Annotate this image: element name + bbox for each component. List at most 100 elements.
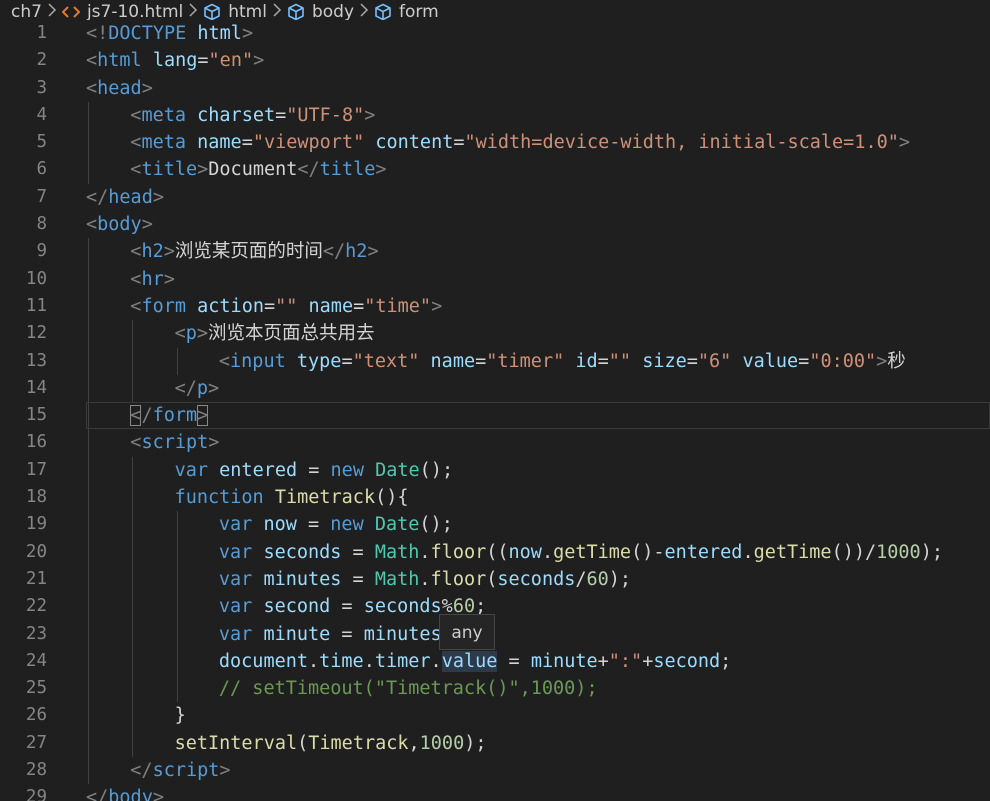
code-token: - — [653, 541, 665, 563]
code-line[interactable]: 8 <body> — [0, 211, 990, 238]
code-line[interactable]: 17 var entered = new Date(); — [0, 456, 990, 485]
line-number: 10 — [25, 268, 47, 289]
line-code: var seconds = Math.floor((now.getTime()-… — [219, 539, 943, 566]
line-number: 20 — [25, 541, 47, 562]
line-code: <title>Document</title> — [130, 156, 386, 183]
code-token: (); — [419, 514, 453, 536]
code-token: timer — [374, 650, 431, 672]
code-line[interactable]: 7 </head> — [0, 184, 990, 211]
code-token: > — [197, 159, 209, 181]
indent-guide — [88, 620, 89, 648]
code-line[interactable]: 16 <script> — [0, 429, 990, 457]
code-line[interactable]: 25 // setTimeout("Timetrack()",1000); — [0, 675, 990, 703]
code-line[interactable]: 26} — [0, 702, 990, 730]
indent-guide — [132, 320, 134, 348]
code-token: document — [218, 650, 308, 672]
line-number: 22 — [25, 596, 47, 617]
code-line[interactable]: 2 <html lang="en"> — [0, 47, 990, 74]
line-code: <hr> — [130, 266, 175, 293]
code-token: < — [130, 268, 142, 290]
code-token: name — [430, 350, 476, 372]
code-token: floor — [430, 541, 487, 563]
code-line[interactable]: 5 <meta name="viewport" content="width=de… — [0, 129, 990, 157]
indent-guide — [88, 593, 89, 621]
code-line[interactable]: 4 <meta charset="UTF-8"> — [0, 101, 990, 130]
indent-guide — [132, 565, 134, 594]
code-line[interactable]: 10 <hr> — [0, 265, 990, 293]
line-code: <h2>浏览某页面的时间</h2> — [130, 238, 378, 265]
line-code: var entered = new Date(); — [175, 457, 454, 484]
code-line[interactable]: 21 var minutes = Math.floor(seconds/60); — [0, 565, 990, 594]
code-token: = — [686, 350, 698, 372]
code-line[interactable]: 23 var minute = minutes — [0, 620, 990, 648]
code-token: seconds — [363, 596, 442, 618]
indent-guide — [88, 511, 89, 539]
code-token: var — [218, 623, 253, 645]
line-number: 12 — [25, 323, 47, 344]
code-token: 浏览某页面的时间 — [174, 241, 323, 263]
code-token: "0:00" — [809, 350, 877, 372]
line-number: 2 — [36, 50, 47, 71]
code-line[interactable]: 3 <head> — [0, 75, 990, 102]
code-line[interactable]: 20 var seconds = Math.floor((now.getTime(… — [0, 538, 990, 566]
code-token: h2 — [141, 241, 164, 263]
line-code: var now = new Date(); — [219, 511, 453, 538]
indent-guide — [88, 238, 89, 266]
code-token: > — [152, 186, 164, 208]
line-number: 15 — [25, 405, 47, 426]
code-token: . — [308, 650, 320, 672]
code-token: </ — [130, 760, 153, 782]
indent-guide — [88, 729, 89, 758]
indent-guide — [132, 538, 134, 566]
code-line[interactable]: 24 document.time.timer.value = minute+":"… — [0, 647, 990, 676]
code-line[interactable]: 19 var now = new Date(); — [0, 511, 990, 539]
current-code-line[interactable]: 15 </form> — [0, 402, 990, 430]
code-line[interactable]: 22 var second = seconds%60; — [0, 593, 990, 621]
hover-tooltip: any — [439, 614, 495, 650]
code-line[interactable]: 12 <p>浏览本页面总共用去 — [0, 320, 990, 348]
code-line[interactable]: 14 </p> — [0, 374, 990, 403]
code-line[interactable]: 28 </script> — [0, 757, 990, 785]
code-editor[interactable]: 1 <!DOCTYPE html> 2 <html lang="en"> 3 <head>… — [0, 20, 990, 801]
code-line[interactable]: 1 <!DOCTYPE html> — [0, 20, 990, 47]
code-line[interactable]: 6 <title>Document</title> — [0, 156, 990, 184]
code-line[interactable]: 29 </body> — [0, 784, 990, 801]
indent-guide — [176, 538, 178, 566]
code-token: </ — [174, 377, 197, 399]
code-line[interactable]: 13 <input type="text" name="timer" id="" … — [0, 347, 990, 375]
code-token: lang — [152, 50, 198, 72]
code-token: > — [196, 323, 209, 345]
symbol-element-icon — [287, 3, 305, 21]
code-token: "en" — [208, 50, 254, 72]
code-token: Math — [374, 541, 420, 563]
line-code: } — [175, 702, 186, 729]
code-token: > — [431, 295, 443, 317]
code-token: value — [742, 350, 799, 372]
code-token: <! — [86, 23, 109, 44]
indent-guide — [88, 538, 89, 566]
code-token: + — [597, 650, 609, 672]
code-line[interactable]: 18 function Timetrack(){ — [0, 484, 990, 512]
code-token: head — [108, 186, 153, 208]
code-token: "UTF-8" — [286, 104, 365, 126]
code-line[interactable]: 9 <h2>浏览某页面的时间</h2> — [0, 238, 990, 266]
code-token: > — [375, 159, 387, 181]
code-token: . — [419, 541, 431, 563]
code-token: = — [475, 350, 487, 372]
code-token: > — [208, 377, 220, 399]
code-line[interactable]: 27 setInterval(Timetrack,1000); — [0, 729, 990, 758]
indent-guide — [132, 675, 134, 703]
code-token: setInterval — [174, 732, 298, 754]
line-number: 28 — [25, 760, 47, 781]
line-number: 16 — [25, 432, 47, 453]
code-line[interactable]: 11 <form action="" name="time"> — [0, 292, 990, 321]
code-token: Document — [208, 159, 298, 181]
line-code: <input type="text" name="timer" id="" si… — [219, 348, 906, 375]
code-token: entered — [664, 541, 743, 563]
indent-guide — [88, 456, 89, 485]
